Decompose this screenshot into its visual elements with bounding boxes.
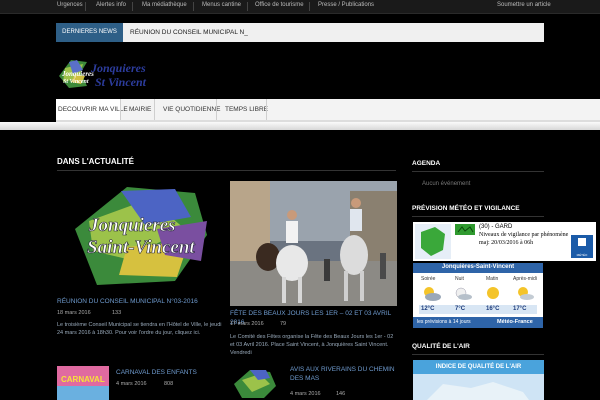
carnaval-thumb-image: CARNAVAL xyxy=(57,366,109,400)
logo-text-1: Jonquieres xyxy=(61,70,94,78)
meteo-france-badge: MÉTÉO FRANCE xyxy=(575,253,589,261)
link-urgences[interactable]: Urgences xyxy=(57,2,83,8)
section-title: DANS L'ACTUALITÉ xyxy=(57,157,135,166)
logo-emblem-icon: Jonquieres St Vincent Jonquieres St Vinc… xyxy=(59,60,147,89)
meteo-rule xyxy=(412,216,544,217)
divider xyxy=(266,99,267,120)
post-date-carnaval: 4 mars 2016 xyxy=(116,381,147,387)
vigilance-widget[interactable]: (30) - GARD Niveaux de vigilance par phé… xyxy=(413,222,596,261)
weather-icons xyxy=(424,287,534,301)
ticker-label: DERNIERES NEWS xyxy=(56,23,123,42)
forecast-brand: Météo-France xyxy=(497,319,533,325)
vigilance-dept: (30) - GARD xyxy=(479,224,513,230)
section-rule xyxy=(57,170,396,171)
divider xyxy=(120,99,121,120)
meteo-title: PRÉVISION MÉTÉO ET VIGILANCE xyxy=(412,205,520,212)
agenda-title: AGENDA xyxy=(412,160,441,167)
air-map-icon xyxy=(427,382,529,400)
nav-item-temps-libre[interactable]: TEMPS LIBRE xyxy=(225,99,268,120)
post-thumb-riverains[interactable] xyxy=(230,366,282,400)
forecast-temp-4: 17°C xyxy=(513,306,527,312)
air-rule xyxy=(412,354,544,355)
forecast-widget[interactable]: Jonquières-Saint-Vincent Soirée Nuit Mat… xyxy=(413,263,543,328)
forecast-period-2: Nuit xyxy=(455,276,464,282)
divider xyxy=(154,99,155,120)
post-thumb-carnaval[interactable]: CARNAVAL xyxy=(57,366,109,400)
post-count-carnaval: 808 xyxy=(164,381,174,387)
featured-caption-1[interactable]: RÉUNION DU CONSEIL MUNICIPAL N°03-2016 xyxy=(57,297,225,306)
featured-image-2[interactable] xyxy=(230,181,397,306)
divider xyxy=(132,2,133,11)
news-ticker: DERNIERES NEWS RÉUNION DU CONSEIL MUNICI… xyxy=(56,23,544,42)
post-title-carnaval[interactable]: CARNAVAL DES ENFANTS xyxy=(116,368,226,377)
main-nav: DECOUVRIR MA VILLE MAIRIE VIE QUOTIDIENN… xyxy=(56,99,600,122)
link-mediatheque[interactable]: Ma médiathèque xyxy=(142,2,187,8)
logo-wordmark-1: Jonquieres xyxy=(90,61,146,75)
link-presse-publications[interactable]: Presse / Publications xyxy=(318,2,374,8)
air-banner: INDICE DE QUALITÉ DE L'AIR xyxy=(435,364,522,370)
nav-item-mairie[interactable]: MAIRIE xyxy=(129,99,151,120)
forecast-temp-3: 16°C xyxy=(486,306,500,312)
link-office-tourisme[interactable]: Office de tourisme xyxy=(255,2,304,8)
jonquieres-logo-image: Jonquieres Saint-Vincent xyxy=(75,187,207,285)
logo-text-2: St Vincent xyxy=(63,79,89,85)
forecast-14-days-link[interactable]: les prévisions à 14 jours xyxy=(417,319,471,325)
link-alertes-info[interactable]: Alertes info xyxy=(96,2,126,8)
forecast-period-4: Après-midi xyxy=(513,276,537,282)
logo-wordmark-2: St Vincent xyxy=(95,75,147,89)
jonquieres-thumb-image xyxy=(234,370,276,398)
image-text-2: Saint-Vincent xyxy=(87,237,195,258)
divider xyxy=(193,2,194,11)
forecast-temp-1: 12°C xyxy=(421,306,435,312)
featured-date-1: 18 mars 2016 xyxy=(57,310,91,316)
ticker-headline[interactable]: RÉUNION DU CONSEIL MUNICIPAL N_ xyxy=(130,23,248,42)
link-menus-cantine[interactable]: Menus cantine xyxy=(202,2,241,8)
agenda-rule xyxy=(412,171,544,172)
post-title-riverains[interactable]: AVIS AUX RIVERAINS DU CHEMIN DES MAS xyxy=(290,365,396,383)
post-date-riverains: 4 mars 2016 xyxy=(290,391,321,397)
divider xyxy=(247,2,248,11)
forecast-temp-2: 7°C xyxy=(455,306,466,312)
divider xyxy=(85,2,86,11)
image-text-1: Jonquieres xyxy=(88,215,176,236)
post-count-riverains: 146 xyxy=(336,391,346,397)
forecast-period-1: Soirée xyxy=(421,276,436,282)
divider xyxy=(309,2,310,11)
featured-count-1: 133 xyxy=(112,310,122,316)
vigilance-text: Niveaux de vigilance par phénomène xyxy=(479,232,569,238)
nav-shadow-band xyxy=(0,122,600,130)
site-logo[interactable]: Jonquieres St Vincent Jonquieres St Vinc… xyxy=(57,58,187,90)
featured-excerpt-1: Le troisième Conseil Municipal se tiendr… xyxy=(57,322,222,336)
top-bar: Urgences Alertes info Ma médiathèque Men… xyxy=(0,0,600,14)
nav-item-decouvrir[interactable]: DECOUVRIR MA VILLE xyxy=(58,99,128,120)
submit-article-link[interactable]: Soumettre un article xyxy=(497,2,551,8)
air-title: QUALITÉ DE L'AIR xyxy=(412,343,470,350)
featured-date-2: 17 mars 2016 xyxy=(230,321,264,327)
featured-image-1[interactable]: Jonquieres Saint-Vincent xyxy=(57,181,225,296)
featured-count-2: 79 xyxy=(280,321,287,327)
vigilance-maj: maj: 20/03/2016 à 06h xyxy=(479,240,534,246)
divider xyxy=(216,99,217,120)
horse-parade-photo xyxy=(230,181,397,306)
carnaval-thumb-text: CARNAVAL xyxy=(61,375,105,384)
nav-item-vie-quotidienne[interactable]: VIE QUOTIDIENNE xyxy=(163,99,220,120)
forecast-town: Jonquières-Saint-Vincent xyxy=(441,264,515,270)
air-quality-widget[interactable]: INDICE DE QUALITÉ DE L'AIR xyxy=(413,360,544,400)
forecast-period-3: Matin xyxy=(486,276,499,282)
agenda-empty: Aucun événement xyxy=(422,181,471,187)
featured-excerpt-2: Le Comité des Fêtes organise la Fête des… xyxy=(230,334,394,356)
